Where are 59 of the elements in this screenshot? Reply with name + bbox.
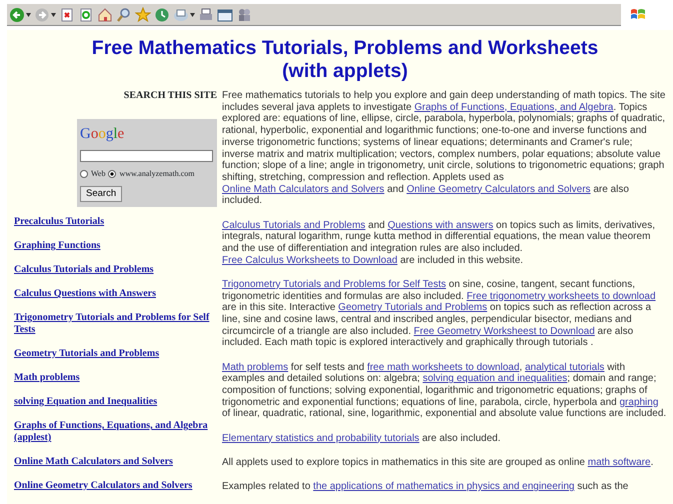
text-link[interactable]: graphing <box>619 396 658 408</box>
sidebar-link[interactable]: Graphing Functions <box>14 240 218 252</box>
google-logo: Google <box>80 126 124 142</box>
paragraph: Math problems for self tests and free math worksheets to download, analytical tutorials with examples and detailed solutions on: algebra; solving equation and inequalities; domain and range; composition of functions; solving exponential, logarithmic and trigonometric equations; graphs of trigonometric and exponential functions; equations of line, parabola, circle, hyperbola and graphing of linear, quadratic, rational, sine, logarithmic, exponential and absolute value functions are included. <box>222 362 667 420</box>
sidebar-link[interactable]: Math problems <box>14 372 218 384</box>
sidebar-link[interactable]: Geometry Tutorials and Problems <box>14 348 218 360</box>
text-link[interactable]: Geometry Tutorials and Problems <box>338 302 488 314</box>
sidebar-link[interactable]: Calculus Tutorials and Problems <box>14 264 218 276</box>
mail-button[interactable] <box>173 6 195 22</box>
radio-button[interactable] <box>80 170 88 178</box>
search-button[interactable] <box>116 6 132 22</box>
people-button[interactable] <box>236 6 252 22</box>
sidebar-link[interactable]: Precalculus Tutorials <box>14 216 218 228</box>
history-button[interactable] <box>154 6 170 22</box>
sidebar-link[interactable]: Graphs of Functions, Equations, and Algebra (applest) <box>14 420 218 444</box>
text-link[interactable]: Online Math Calculators and Solvers <box>222 184 384 195</box>
print-button[interactable] <box>198 6 214 22</box>
text-link[interactable]: Graphs of Functions, Equations, and Algebra <box>414 102 614 113</box>
windows-logo-icon <box>630 8 646 22</box>
text-link[interactable]: analytical tutorials <box>524 362 604 373</box>
search-button[interactable]: Search <box>80 186 122 202</box>
refresh-button[interactable] <box>78 6 94 22</box>
radio-button[interactable] <box>108 170 116 178</box>
text-link[interactable]: solving equation and inequalities <box>422 373 568 384</box>
paragraph: Free mathematics tutorials to help you explore and gain deep understanding of math topics. The site includes several java applets to investigate Graphs of Functions, Equations, and Algebra. Topics explored are: equations of line, ellipse, circle, parabola, hyperbola, polynomials; graphs of quadratic, rational, hyperbolic, exponential and logarithmic functions; one-to-one and inverse functions and inverse trigonometric functions; systems of linear equations; determinants and Cramer's rule; inverse matrix and matrix multiplication; vectors, complex numbers, polar equations; absolute value function; slope of a line; angle in trigonometry, unit circle, solutions to trigonometric equations; graph shifting, stretching, compression and reflection. Applets used as Online Math Calculators and Solvers and Online Geometry Calculators and Solvers are also included. <box>222 90 666 208</box>
text-link[interactable]: Questions with answers <box>388 220 494 231</box>
text-link[interactable]: Elementary statistics and probability tutorials <box>222 432 420 444</box>
paragraph: All applets used to explore topics in mathematics in this site are grouped as online math software. <box>222 456 654 468</box>
paragraph: Calculus Tutorials and Problems and Questions with answers on topics such as limits, derivatives, integrals, natural logarithm, runge kutta method in differential equations, the mean value theorem and the use of differentiation and integration rules are also included. Free Calculus Worksheets to Download are included in this website. <box>222 220 656 266</box>
stop-button[interactable] <box>59 6 75 22</box>
paragraph: Trigonometry Tutorials and Problems for Self Tests on sine, cosine, tangent, secant functions, trigonometric identities and formulas are also included. Free trigonometry worksheets to download are in this site. Interactive Geometry Tutorials and Problems on topics such as reflection across a line, sine and cosine laws, central and inscribed angles, perpendicular bisector, medians and circumcircle of a triangle are also included. Free Geometry Worksheest to Download are also included. Each math topic is explored interactively and graphically through tutorials . <box>222 278 657 350</box>
text-link[interactable]: Online Geometry Calculators and Solvers <box>406 184 591 195</box>
sidebar-link[interactable]: Online Geometry Calculators and Solvers <box>14 480 218 492</box>
text-link[interactable]: Free trigonometry worksheets to download <box>466 290 656 302</box>
page-title: Free Mathematics Tutorials, Problems and Worksheets <box>90 37 600 60</box>
paragraph: Elementary statistics and probability tutorials are also included. <box>222 432 502 444</box>
text-link[interactable]: Calculus Tutorials and Problems <box>222 220 366 231</box>
paragraph: Examples related to the applications of mathematics in physics and engineering such as the <box>222 480 630 493</box>
text-link[interactable]: Trigonometry Tutorials and Problems for Self Tests <box>222 278 446 290</box>
sidebar-link[interactable]: Calculus Questions with Answers <box>14 288 218 300</box>
sidebar-link[interactable]: solving Equation and Inequalities <box>14 396 218 408</box>
sidebar-link[interactable]: Online Math Calculators and Solvers <box>14 456 218 468</box>
sidebar-link[interactable]: Trigonometry Tutorials and Problems for Self Tests <box>14 312 218 336</box>
search-field[interactable] <box>80 150 213 162</box>
page-subtitle: (with applets) <box>281 60 409 83</box>
text-link[interactable]: the applications of mathematics in physics and engineering <box>313 480 574 492</box>
search-label: SEARCH THIS SITE <box>124 90 217 101</box>
forward-button[interactable] <box>34 6 56 22</box>
text-link[interactable]: Math problems <box>222 362 288 373</box>
text-link[interactable]: free math worksheets to download <box>367 362 520 373</box>
edit-button[interactable] <box>217 6 233 22</box>
radio-label: Web <box>91 168 106 180</box>
text-link[interactable]: math software <box>588 456 651 468</box>
radio-label: www.analyzemath.com <box>119 168 194 180</box>
text-link[interactable]: Free Calculus Worksheets to Download <box>222 254 398 266</box>
text-link[interactable]: Free Geometry Worksheest to Download <box>414 326 595 337</box>
back-button[interactable] <box>9 6 31 22</box>
star-button[interactable] <box>135 6 151 22</box>
home-button[interactable] <box>97 6 113 22</box>
